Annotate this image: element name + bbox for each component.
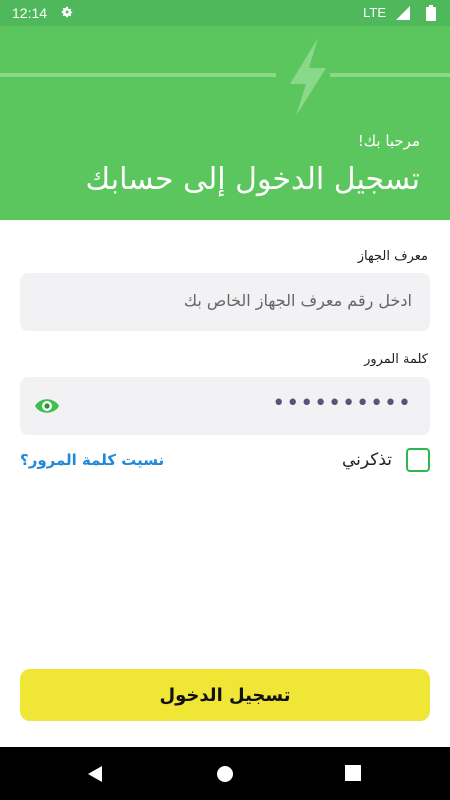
network-type: LTE [363, 5, 386, 20]
recents-icon[interactable] [345, 765, 361, 781]
remember-me-checkbox[interactable] [406, 448, 430, 472]
welcome-header: مرحبا بك! تسجيل الدخول إلى حسابك [0, 26, 450, 220]
password-masked-value: •••••••••• [272, 391, 412, 416]
welcome-text: مرحبا بك! [357, 132, 420, 150]
forgot-password-link[interactable]: نسيت كلمة المرور؟ [20, 451, 164, 469]
device-id-field[interactable]: ادخل رقم معرف الجهاز الخاص بك [20, 273, 430, 331]
home-icon[interactable] [216, 765, 234, 783]
status-bar: 12:14 LTE [0, 0, 450, 26]
password-label: كلمة المرور [364, 352, 428, 367]
device-id-label: معرف الجهاز [357, 249, 428, 264]
eye-icon[interactable] [34, 395, 60, 417]
battery-icon [426, 5, 436, 21]
device-id-placeholder: ادخل رقم معرف الجهاز الخاص بك [183, 291, 412, 310]
status-time: 12:14 [12, 5, 48, 21]
gear-icon [61, 6, 73, 18]
page-title: تسجيل الدخول إلى حسابك [85, 162, 420, 197]
back-icon[interactable] [86, 765, 104, 783]
password-field[interactable]: •••••••••• [20, 377, 430, 435]
remember-me-label: تذكرني [341, 450, 392, 470]
signal-icon [396, 6, 410, 20]
login-button[interactable]: تسجيل الدخول [20, 669, 430, 721]
navigation-bar [0, 747, 450, 800]
